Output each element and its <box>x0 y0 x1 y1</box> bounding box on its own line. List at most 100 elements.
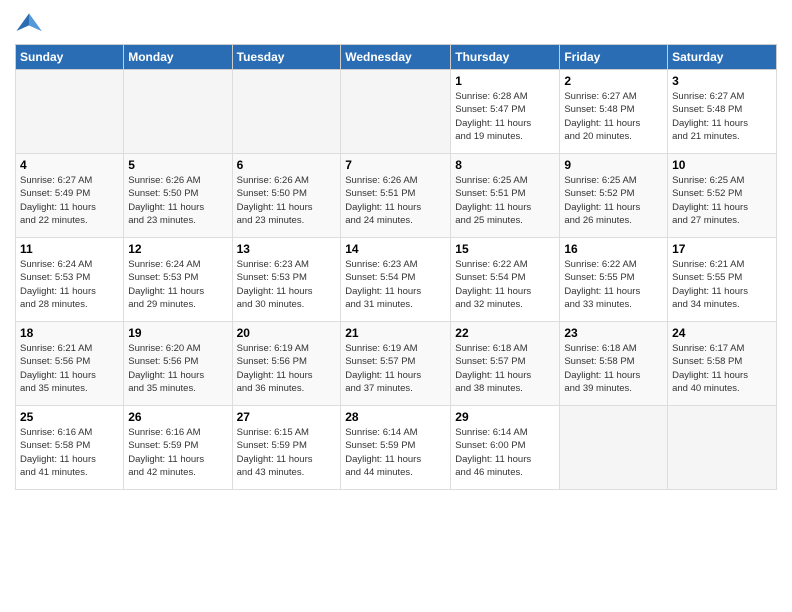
day-info: Sunrise: 6:26 AM Sunset: 5:51 PM Dayligh… <box>345 174 446 227</box>
calendar-cell: 21 Sunrise: 6:19 AM Sunset: 5:57 PM Dayli… <box>341 322 451 406</box>
day-number: 4 <box>20 158 119 172</box>
day-number: 21 <box>345 326 446 340</box>
calendar-cell <box>232 70 341 154</box>
day-number: 28 <box>345 410 446 424</box>
calendar-cell <box>124 70 232 154</box>
day-info: Sunrise: 6:17 AM Sunset: 5:58 PM Dayligh… <box>672 342 772 395</box>
day-number: 1 <box>455 74 555 88</box>
column-header-tuesday: Tuesday <box>232 45 341 70</box>
column-header-friday: Friday <box>560 45 668 70</box>
header-row: SundayMondayTuesdayWednesdayThursdayFrid… <box>16 45 777 70</box>
column-header-thursday: Thursday <box>451 45 560 70</box>
day-number: 20 <box>237 326 337 340</box>
day-number: 15 <box>455 242 555 256</box>
calendar-cell: 29 Sunrise: 6:14 AM Sunset: 6:00 PM Dayli… <box>451 406 560 490</box>
calendar-cell: 19 Sunrise: 6:20 AM Sunset: 5:56 PM Dayli… <box>124 322 232 406</box>
calendar-cell: 13 Sunrise: 6:23 AM Sunset: 5:53 PM Dayli… <box>232 238 341 322</box>
day-info: Sunrise: 6:26 AM Sunset: 5:50 PM Dayligh… <box>237 174 337 227</box>
day-info: Sunrise: 6:15 AM Sunset: 5:59 PM Dayligh… <box>237 426 337 479</box>
day-info: Sunrise: 6:25 AM Sunset: 5:52 PM Dayligh… <box>564 174 663 227</box>
day-info: Sunrise: 6:27 AM Sunset: 5:48 PM Dayligh… <box>672 90 772 143</box>
day-info: Sunrise: 6:16 AM Sunset: 5:58 PM Dayligh… <box>20 426 119 479</box>
day-number: 14 <box>345 242 446 256</box>
calendar-cell: 27 Sunrise: 6:15 AM Sunset: 5:59 PM Dayli… <box>232 406 341 490</box>
day-number: 17 <box>672 242 772 256</box>
column-header-monday: Monday <box>124 45 232 70</box>
day-number: 29 <box>455 410 555 424</box>
day-number: 8 <box>455 158 555 172</box>
day-info: Sunrise: 6:20 AM Sunset: 5:56 PM Dayligh… <box>128 342 227 395</box>
day-info: Sunrise: 6:21 AM Sunset: 5:56 PM Dayligh… <box>20 342 119 395</box>
day-info: Sunrise: 6:23 AM Sunset: 5:53 PM Dayligh… <box>237 258 337 311</box>
day-number: 16 <box>564 242 663 256</box>
calendar-cell <box>341 70 451 154</box>
day-number: 3 <box>672 74 772 88</box>
calendar-cell: 25Sunrise: 6:16 AM Sunset: 5:58 PM Dayli… <box>16 406 124 490</box>
calendar-table: SundayMondayTuesdayWednesdayThursdayFrid… <box>15 44 777 490</box>
calendar-cell: 18 Sunrise: 6:21 AM Sunset: 5:56 PM Dayli… <box>16 322 124 406</box>
calendar-cell: 15 Sunrise: 6:22 AM Sunset: 5:54 PM Dayli… <box>451 238 560 322</box>
calendar-cell: 11 Sunrise: 6:24 AM Sunset: 5:53 PM Dayli… <box>16 238 124 322</box>
main-container: SundayMondayTuesdayWednesdayThursdayFrid… <box>0 0 792 500</box>
day-info: Sunrise: 6:18 AM Sunset: 5:57 PM Dayligh… <box>455 342 555 395</box>
calendar-cell: 14 Sunrise: 6:23 AM Sunset: 5:54 PM Dayli… <box>341 238 451 322</box>
calendar-cell: 5Sunrise: 6:26 AM Sunset: 5:50 PM Daylig… <box>124 154 232 238</box>
day-number: 11 <box>20 242 119 256</box>
calendar-week-3: 18 Sunrise: 6:21 AM Sunset: 5:56 PM Dayli… <box>16 322 777 406</box>
calendar-cell: 22 Sunrise: 6:18 AM Sunset: 5:57 PM Dayli… <box>451 322 560 406</box>
day-number: 9 <box>564 158 663 172</box>
day-number: 19 <box>128 326 227 340</box>
calendar-cell: 6 Sunrise: 6:26 AM Sunset: 5:50 PM Daylig… <box>232 154 341 238</box>
day-info: Sunrise: 6:22 AM Sunset: 5:54 PM Dayligh… <box>455 258 555 311</box>
day-number: 2 <box>564 74 663 88</box>
day-info: Sunrise: 6:26 AM Sunset: 5:50 PM Dayligh… <box>128 174 227 227</box>
day-number: 13 <box>237 242 337 256</box>
day-info: Sunrise: 6:19 AM Sunset: 5:56 PM Dayligh… <box>237 342 337 395</box>
calendar-cell <box>668 406 777 490</box>
calendar-cell: 12 Sunrise: 6:24 AM Sunset: 5:53 PM Dayli… <box>124 238 232 322</box>
logo <box>15 10 47 38</box>
day-info: Sunrise: 6:24 AM Sunset: 5:53 PM Dayligh… <box>128 258 227 311</box>
day-number: 18 <box>20 326 119 340</box>
day-number: 22 <box>455 326 555 340</box>
calendar-cell: 8 Sunrise: 6:25 AM Sunset: 5:51 PM Daylig… <box>451 154 560 238</box>
day-info: Sunrise: 6:21 AM Sunset: 5:55 PM Dayligh… <box>672 258 772 311</box>
calendar-week-2: 11 Sunrise: 6:24 AM Sunset: 5:53 PM Dayli… <box>16 238 777 322</box>
day-number: 6 <box>237 158 337 172</box>
calendar-cell <box>16 70 124 154</box>
day-number: 26 <box>128 410 227 424</box>
day-info: Sunrise: 6:14 AM Sunset: 6:00 PM Dayligh… <box>455 426 555 479</box>
day-info: Sunrise: 6:22 AM Sunset: 5:55 PM Dayligh… <box>564 258 663 311</box>
calendar-week-4: 25Sunrise: 6:16 AM Sunset: 5:58 PM Dayli… <box>16 406 777 490</box>
day-info: Sunrise: 6:19 AM Sunset: 5:57 PM Dayligh… <box>345 342 446 395</box>
day-info: Sunrise: 6:25 AM Sunset: 5:51 PM Dayligh… <box>455 174 555 227</box>
calendar-week-0: 1 Sunrise: 6:28 AM Sunset: 5:47 PM Daylig… <box>16 70 777 154</box>
day-number: 23 <box>564 326 663 340</box>
day-info: Sunrise: 6:14 AM Sunset: 5:59 PM Dayligh… <box>345 426 446 479</box>
day-number: 12 <box>128 242 227 256</box>
day-number: 27 <box>237 410 337 424</box>
calendar-cell: 20 Sunrise: 6:19 AM Sunset: 5:56 PM Dayli… <box>232 322 341 406</box>
calendar-cell: 23 Sunrise: 6:18 AM Sunset: 5:58 PM Dayli… <box>560 322 668 406</box>
day-number: 24 <box>672 326 772 340</box>
calendar-cell: 17 Sunrise: 6:21 AM Sunset: 5:55 PM Dayli… <box>668 238 777 322</box>
calendar-cell: 1 Sunrise: 6:28 AM Sunset: 5:47 PM Daylig… <box>451 70 560 154</box>
header-row <box>15 10 777 38</box>
calendar-cell <box>560 406 668 490</box>
day-info: Sunrise: 6:24 AM Sunset: 5:53 PM Dayligh… <box>20 258 119 311</box>
calendar-cell: 10Sunrise: 6:25 AM Sunset: 5:52 PM Dayli… <box>668 154 777 238</box>
day-info: Sunrise: 6:28 AM Sunset: 5:47 PM Dayligh… <box>455 90 555 143</box>
calendar-cell: 2 Sunrise: 6:27 AM Sunset: 5:48 PM Daylig… <box>560 70 668 154</box>
calendar-cell: 26 Sunrise: 6:16 AM Sunset: 5:59 PM Dayli… <box>124 406 232 490</box>
calendar-cell: 16 Sunrise: 6:22 AM Sunset: 5:55 PM Dayli… <box>560 238 668 322</box>
day-info: Sunrise: 6:27 AM Sunset: 5:49 PM Dayligh… <box>20 174 119 227</box>
day-info: Sunrise: 6:18 AM Sunset: 5:58 PM Dayligh… <box>564 342 663 395</box>
calendar-cell: 24 Sunrise: 6:17 AM Sunset: 5:58 PM Dayli… <box>668 322 777 406</box>
day-info: Sunrise: 6:23 AM Sunset: 5:54 PM Dayligh… <box>345 258 446 311</box>
column-header-saturday: Saturday <box>668 45 777 70</box>
day-info: Sunrise: 6:16 AM Sunset: 5:59 PM Dayligh… <box>128 426 227 479</box>
day-info: Sunrise: 6:25 AM Sunset: 5:52 PM Dayligh… <box>672 174 772 227</box>
calendar-cell: 7Sunrise: 6:26 AM Sunset: 5:51 PM Daylig… <box>341 154 451 238</box>
day-info: Sunrise: 6:27 AM Sunset: 5:48 PM Dayligh… <box>564 90 663 143</box>
calendar-cell: 4 Sunrise: 6:27 AM Sunset: 5:49 PM Daylig… <box>16 154 124 238</box>
